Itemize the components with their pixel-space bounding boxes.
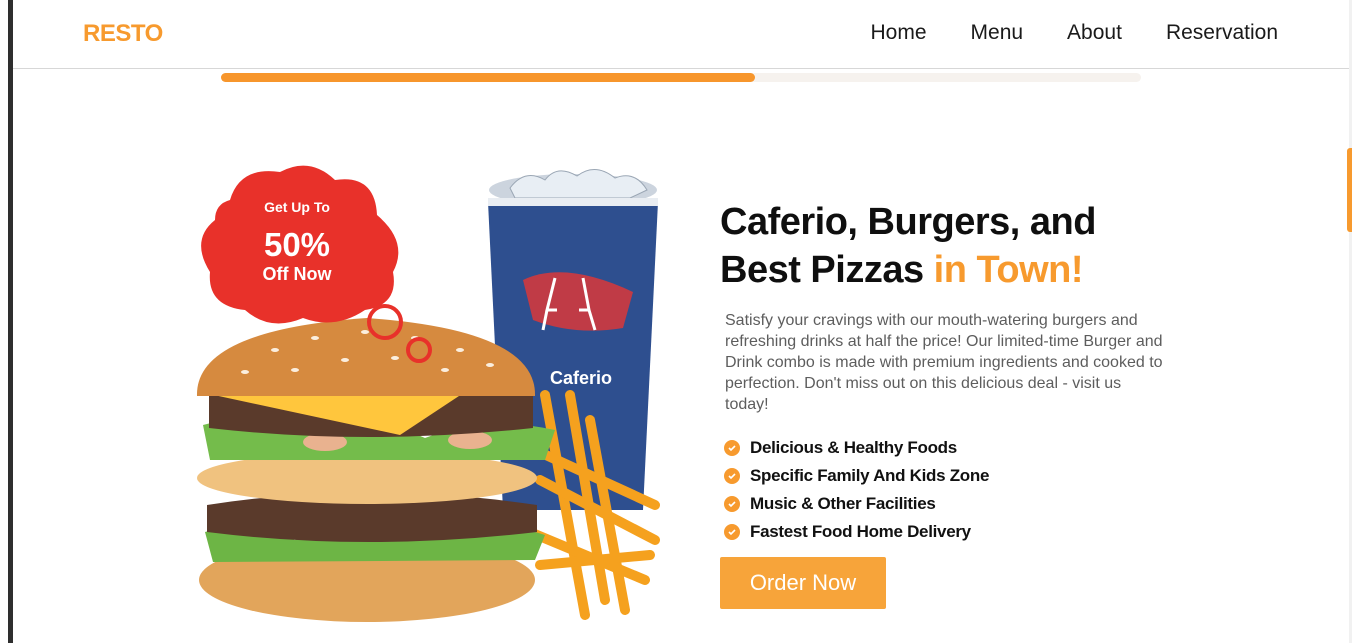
badge-line1: Get Up To <box>264 199 330 215</box>
scroll-progress-bar <box>221 73 1141 82</box>
check-icon <box>724 524 740 540</box>
burger-image <box>196 304 555 622</box>
hero-title: Caferio, Burgers, and Best Pizzas in Tow… <box>720 198 1140 294</box>
scroll-progress-fill <box>221 73 755 82</box>
hero-title-accent: in Town! <box>933 249 1084 291</box>
badge-percent: 50% <box>264 226 330 263</box>
navbar: RESTO Home Menu About Reservation <box>13 0 1349 69</box>
badge-line3: Off Now <box>263 264 333 284</box>
hero-description: Satisfy your cravings with our mouth-wat… <box>725 312 1163 413</box>
nav-about[interactable]: About <box>1067 21 1122 45</box>
check-icon <box>724 468 740 484</box>
window-edge <box>8 0 13 643</box>
nav-menu-link[interactable]: Menu <box>971 21 1024 45</box>
feature-text: Music & Other Facilities <box>750 494 936 513</box>
nav-home[interactable]: Home <box>870 21 926 45</box>
order-now-button[interactable]: Order Now <box>720 557 886 609</box>
check-icon <box>724 496 740 512</box>
nav-menu: Home Menu About Reservation <box>870 21 1278 45</box>
hero-title-line2: Best Pizzas <box>720 249 924 291</box>
feature-item: Music & Other Facilities <box>724 490 989 518</box>
discount-badge: Get Up To 50% Off Now <box>201 165 399 324</box>
check-icon <box>724 440 740 456</box>
logo[interactable]: RESTO <box>83 20 163 48</box>
feature-text: Delicious & Healthy Foods <box>750 438 957 457</box>
feature-text: Specific Family And Kids Zone <box>750 466 990 485</box>
feature-text: Fastest Food Home Delivery <box>750 522 971 541</box>
cup-brand-label: Caferio <box>550 368 612 388</box>
hero-title-line1: Caferio, Burgers, and <box>720 201 1096 243</box>
feature-item: Delicious & Healthy Foods <box>724 434 989 462</box>
scrollbar-thumb[interactable] <box>1347 148 1352 232</box>
feature-list: Delicious & Healthy Foods Specific Famil… <box>724 434 989 546</box>
hero-food-image: Caferio Get Up To 50% Off Now <box>196 165 660 622</box>
feature-item: Specific Family And Kids Zone <box>724 462 989 490</box>
nav-reservation[interactable]: Reservation <box>1166 21 1278 45</box>
feature-item: Fastest Food Home Delivery <box>724 518 989 546</box>
